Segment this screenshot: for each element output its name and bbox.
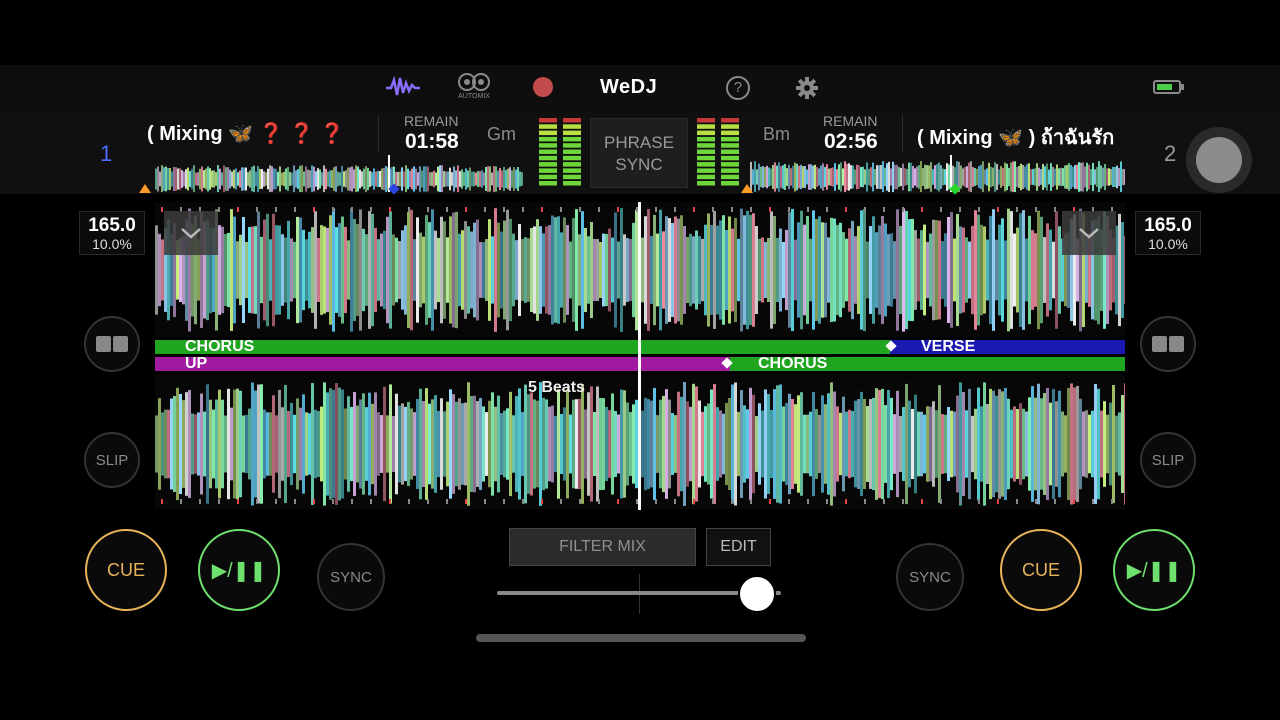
deck2-number: 2	[1164, 141, 1177, 166]
automix-button[interactable]: AUTOMIX	[456, 72, 492, 100]
filter-mix-button[interactable]: FILTER MIX	[509, 528, 696, 566]
settings-gear-icon[interactable]	[796, 77, 818, 99]
deck1-remain-time: 01:58	[405, 130, 459, 153]
deck2-sync-button[interactable]: SYNC	[896, 543, 964, 611]
assistive-touch-button[interactable]	[1186, 127, 1252, 193]
beats-overlay: 5 Beats	[528, 379, 585, 396]
deck2-phrase-next: CHORUS	[758, 355, 828, 372]
deck2-play-pause-button[interactable]: ▶/❚❚	[1113, 529, 1195, 611]
deck2-slip-button[interactable]: SLIP	[1140, 432, 1196, 488]
playhead-line	[638, 202, 641, 510]
record-button[interactable]	[533, 77, 553, 97]
automix-icon	[458, 73, 490, 91]
deck1-bpm-display[interactable]: 165.0 10.0%	[79, 211, 145, 255]
deck1-collapse-button[interactable]	[164, 211, 218, 255]
deck1-number: 1	[100, 141, 113, 166]
deck1-slip-button[interactable]: SLIP	[84, 432, 140, 488]
deck1-sync-button[interactable]: SYNC	[317, 543, 385, 611]
chevron-down-icon	[181, 228, 201, 239]
deck2-collapse-button[interactable]	[1062, 211, 1116, 255]
phrase-sync-button[interactable]: PHRASE SYNC	[590, 118, 688, 188]
battery-icon	[1153, 80, 1184, 94]
deck1-level-meter	[539, 118, 583, 193]
deck2-cue-button[interactable]: CUE	[1000, 529, 1082, 611]
deck1-overview-waveform[interactable]	[155, 155, 523, 193]
waveform-view-icon[interactable]	[386, 75, 420, 99]
deck2-phrase-current: UP	[185, 355, 208, 372]
deck2-bpm-display[interactable]: 165.0 10.0%	[1135, 211, 1201, 255]
deck1-phrase-next: VERSE	[921, 338, 976, 355]
deck1-pads-button[interactable]	[84, 316, 140, 372]
deck2-remain-time: 02:56	[824, 130, 878, 153]
crossfader-knob[interactable]	[737, 575, 776, 613]
deck1-remain-label: REMAIN	[404, 113, 459, 129]
pads-icon	[96, 336, 128, 352]
deck2-pads-button[interactable]	[1140, 316, 1196, 372]
deck2-title[interactable]: ( Mixing 🦋 ) ถ้าฉันรัก	[917, 121, 1129, 153]
phrase-sync-line1: PHRASE	[604, 133, 674, 152]
help-icon[interactable]: ?	[726, 76, 750, 100]
deck2-key: Bm	[763, 124, 790, 144]
battery-fill	[1157, 84, 1172, 90]
deck1-phrase-current: CHORUS	[185, 338, 255, 355]
automix-label: AUTOMIX	[458, 93, 490, 100]
deck1-play-pause-button[interactable]: ▶/❚❚	[198, 529, 280, 611]
phrase-sync-line2: SYNC	[615, 155, 663, 174]
deck1-cue-button[interactable]: CUE	[85, 529, 167, 611]
pads-icon	[1152, 336, 1184, 352]
deck2-level-meter	[697, 118, 741, 193]
deck1-title[interactable]: ( Mixing 🦋 ❓ ❓ ❓	[147, 121, 372, 146]
home-indicator	[476, 634, 806, 642]
deck2-pitch: 10.0%	[1148, 236, 1188, 252]
deck2-start-marker	[741, 184, 753, 193]
app-logo: WeDJ	[600, 76, 658, 98]
deck1-start-marker	[139, 184, 151, 193]
edit-button[interactable]: EDIT	[706, 528, 771, 566]
deck2-bpm: 165.0	[1144, 215, 1192, 236]
deck1-bpm: 165.0	[88, 215, 136, 236]
deck1-key: Gm	[487, 124, 516, 144]
chevron-down-icon	[1079, 228, 1099, 239]
deck2-overview-waveform[interactable]	[750, 155, 1126, 193]
deck1-pitch: 10.0%	[92, 236, 132, 252]
deck2-remain-label: REMAIN	[823, 113, 878, 129]
